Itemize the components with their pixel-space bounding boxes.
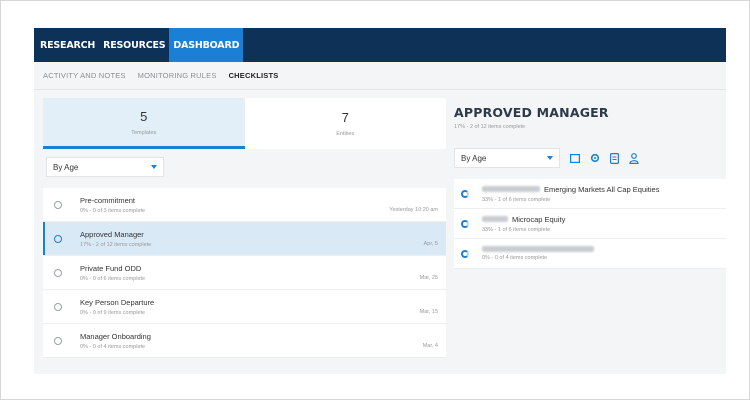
list-item-texts: Approved Manager 17% - 2 of 12 items com… [80,230,424,248]
checklist-panel: 5 Templates 7 Entities By Age Pre-commit… [43,98,446,374]
radio-icon[interactable] [54,302,62,311]
list-item-progress: 0% - 0 of 9 items complete [80,309,146,316]
progress-ring-icon [461,249,469,258]
chevron-down-icon [151,165,157,169]
templates-counter[interactable]: 5 Templates [43,98,245,149]
list-item-progress: 17% - 2 of 12 items complete [80,241,152,248]
chevron-down-icon [547,156,553,160]
sub-tabs: ACTIVITY AND NOTES MONITORING RULES CHEC… [34,62,726,90]
radio-icon[interactable] [54,234,62,243]
calendar-icon[interactable] [570,153,580,163]
counter-tabs: 5 Templates 7 Entities [43,98,446,149]
entity-texts: 0% - 0 of 4 items complete [482,246,594,261]
detail-title: APPROVED MANAGER [454,105,609,120]
entity-name-line [482,246,594,252]
list-item[interactable]: 0% - 0 of 4 items complete [454,239,726,269]
list-item-progress: 0% - 0 of 6 items complete [80,275,146,282]
entity-name-line: Emerging Markets All Cap Equities [482,185,659,194]
entity-texts: Microcap Equity 33% - 1 of 6 items compl… [482,215,565,233]
entity-list: Emerging Markets All Cap Equities 33% - … [454,179,726,269]
nav-tab-research[interactable]: RESEARCH [34,28,99,62]
radio-icon[interactable] [54,200,62,209]
entity-progress: 33% - 1 of 6 items complete [482,196,551,203]
nav-tab-dashboard[interactable]: DASHBOARD [169,28,244,62]
list-item-date: Apr, 5 [423,241,438,247]
radio-icon[interactable] [54,268,62,277]
list-item[interactable]: Approved Manager 17% - 2 of 12 items com… [43,222,446,256]
screenshot-frame: RESEARCH RESOURCES DASHBOARD ACTIVITY AN… [0,0,750,400]
redacted-text [482,216,508,222]
list-item-date: Mar, 4 [422,343,438,349]
detail-sort-value: By Age [461,153,487,163]
list-item[interactable]: Pre-commitment 0% - 0 of 3 items complet… [43,188,446,222]
list-item-progress: 0% - 0 of 4 items complete [80,343,146,350]
list-item[interactable]: Key Person Departure 0% - 0 of 9 items c… [43,290,446,324]
list-item-title: Private Fund ODD [80,263,142,273]
nav-tab-resources[interactable]: RESOURCES [99,28,169,62]
settings-icon[interactable] [590,153,600,163]
list-item-date: Mar, 25 [419,275,438,281]
left-filter-row: By Age [43,154,446,180]
sort-select-value: By Age [53,162,79,172]
tab-monitoring-rules[interactable]: MONITORING RULES [138,71,217,80]
checklist-list: Pre-commitment 0% - 0 of 3 items complet… [43,188,446,358]
sort-select[interactable]: By Age [46,157,164,177]
templates-count: 5 [140,108,148,124]
app-window: RESEARCH RESOURCES DASHBOARD ACTIVITY AN… [34,28,726,374]
detail-sort-select[interactable]: By Age [454,148,560,168]
entities-counter[interactable]: 7 Entities [245,98,447,149]
entity-progress: 33% - 1 of 6 items complete [482,226,551,233]
list-item[interactable]: Manager Onboarding 0% - 0 of 4 items com… [43,324,446,358]
list-item-title: Manager Onboarding [80,331,151,341]
entity-texts: Emerging Markets All Cap Equities 33% - … [482,185,659,203]
entities-count: 7 [341,110,349,125]
tab-activity-and-notes[interactable]: ACTIVITY AND NOTES [43,71,126,80]
list-item-texts: Manager Onboarding 0% - 0 of 4 items com… [80,332,423,350]
list-item-title: Key Person Departure [80,297,155,307]
redacted-text [482,246,594,252]
templates-label: Templates [131,129,157,136]
redacted-text [482,186,540,192]
entity-name-line: Microcap Equity [482,215,565,224]
list-item-title: Pre-commitment [80,195,136,205]
entities-label: Entities [336,131,355,137]
progress-ring-icon [461,219,469,228]
list-item[interactable]: Microcap Equity 33% - 1 of 6 items compl… [454,209,726,239]
list-item[interactable]: Private Fund ODD 0% - 0 of 6 items compl… [43,256,446,290]
list-item[interactable]: Emerging Markets All Cap Equities 33% - … [454,179,726,209]
radio-icon[interactable] [54,336,62,345]
entity-name: Microcap Equity [512,214,566,224]
entity-progress: 0% - 0 of 4 items complete [482,255,548,261]
list-item-texts: Pre-commitment 0% - 0 of 3 items complet… [80,196,389,214]
progress-ring-icon [461,189,469,198]
list-item-texts: Private Fund ODD 0% - 0 of 6 items compl… [80,264,420,282]
checklist-detail-panel: APPROVED MANAGER 17% - 2 of 12 items com… [454,98,726,374]
list-item-date: Mar, 15 [419,309,438,315]
top-nav: RESEARCH RESOURCES DASHBOARD [34,28,726,62]
tab-checklists[interactable]: CHECKLISTS [229,71,279,80]
list-item-title: Approved Manager [80,229,144,239]
list-item-texts: Key Person Departure 0% - 0 of 9 items c… [80,298,420,316]
list-item-date: Yesterday 10:20 am [389,207,438,213]
list-item-progress: 0% - 0 of 3 items complete [80,207,146,214]
detail-progress: 17% - 2 of 12 items complete [454,124,526,130]
entity-name: Emerging Markets All Cap Equities [544,184,660,194]
person-icon[interactable] [629,152,639,164]
detail-toolbar: By Age [454,147,726,169]
document-icon[interactable] [610,152,619,164]
